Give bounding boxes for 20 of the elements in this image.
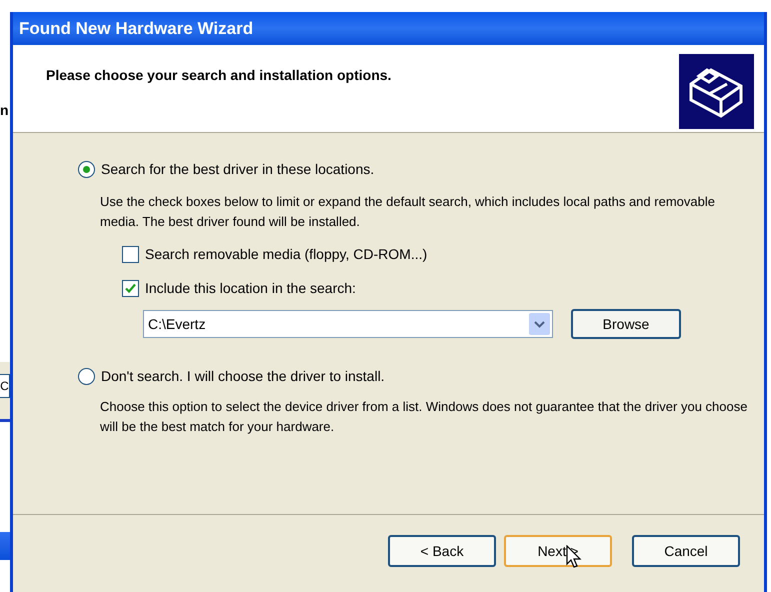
window-title: Found New Hardware Wizard: [19, 18, 254, 40]
checkbox-label[interactable]: Include this location in the search:: [145, 278, 356, 299]
radio-button[interactable]: [78, 368, 95, 385]
wizard-button[interactable]: < Back: [388, 535, 496, 567]
header-title: Please choose your search and installation options.: [46, 66, 392, 85]
background-text: n: [0, 101, 9, 120]
browse-button[interactable]: Browse: [571, 309, 681, 339]
location-combobox[interactable]: C:\Evertz: [143, 310, 553, 338]
checkbox-label[interactable]: Search removable media (floppy, CD-ROM...): [145, 244, 428, 265]
cursor-icon: [566, 545, 582, 569]
radio-label[interactable]: Don't search. I will choose the driver to install.: [101, 366, 385, 387]
checkbox[interactable]: [122, 280, 139, 297]
radio-button[interactable]: [78, 161, 95, 178]
radio-label[interactable]: Search for the best driver in these locations.: [101, 159, 374, 180]
option-description: Use the check boxes below to limit or expand the default search, which includes local paths and removable media. The best driver found will be installed.: [100, 193, 716, 231]
option-description: Choose this option to select the device driver from a list. Windows does not guarantee that the driver you choose will be the best match for your hardware.: [100, 398, 748, 436]
background-button[interactable]: C: [0, 374, 10, 398]
checkbox[interactable]: [122, 246, 139, 263]
hardware-icon: [679, 54, 754, 129]
wizard-button[interactable]: Cancel: [632, 535, 740, 567]
